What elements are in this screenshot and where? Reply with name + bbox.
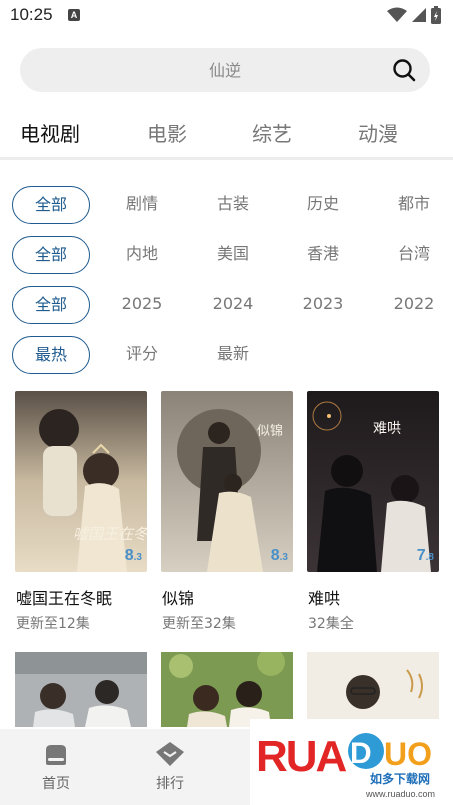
show-episode-status: 32集全 xyxy=(308,616,354,632)
poster-image[interactable]: 似锦 8.3 xyxy=(161,391,293,572)
search-icon[interactable] xyxy=(392,58,416,82)
poster-image[interactable]: 嘘国王在冬眠 8.3 xyxy=(15,391,147,572)
poster-title-text: 似锦 xyxy=(257,424,283,439)
watermark-logo: RUA D UO 如多下载网 www.ruaduo.com xyxy=(250,719,453,805)
filter-row-year: 全部 2025 2024 2023 2022 xyxy=(0,286,453,326)
sort-hottest[interactable]: 最热 xyxy=(12,336,90,374)
nav-ranking[interactable]: 排行 xyxy=(140,741,200,793)
poster-image[interactable]: 难哄 7.8 xyxy=(307,391,439,572)
filter-genre-all[interactable]: 全部 xyxy=(12,186,90,224)
svg-text:RUA: RUA xyxy=(256,732,347,781)
rating-int: 7 xyxy=(416,547,426,564)
filter-year-2022[interactable]: 2022 xyxy=(384,286,444,324)
watermark-url: www.ruaduo.com xyxy=(365,789,435,799)
rating-badge: 8.3 xyxy=(271,547,288,565)
svg-text:D: D xyxy=(350,737,372,770)
rating-int: 8 xyxy=(124,547,134,564)
status-bar: 10:25 A xyxy=(0,0,453,32)
rating-dec: .3 xyxy=(133,552,142,563)
tab-variety[interactable]: 综艺 xyxy=(252,118,292,147)
wifi-icon xyxy=(387,7,407,22)
poster-title-text: 难哄 xyxy=(373,421,401,437)
nav-home[interactable]: 首页 xyxy=(26,741,86,793)
poster-title-text: 嘘国王在冬眠 xyxy=(73,525,147,543)
filter-year-2024[interactable]: 2024 xyxy=(203,286,263,324)
search-bar[interactable] xyxy=(20,48,430,92)
show-title[interactable]: 难哄 xyxy=(308,585,340,609)
filter-row-region: 全部 内地 美国 香港 台湾 xyxy=(0,236,453,276)
filter-row-genre: 全部 剧情 古装 历史 都市 xyxy=(0,186,453,226)
show-title[interactable]: 似锦 xyxy=(162,585,194,609)
filter-region-usa[interactable]: 美国 xyxy=(203,236,263,274)
filter-region-mainland[interactable]: 内地 xyxy=(112,236,172,274)
filter-genre-history[interactable]: 历史 xyxy=(293,186,353,224)
battery-icon xyxy=(431,6,441,24)
rating-badge: 8.3 xyxy=(125,547,142,565)
filter-region-hongkong[interactable]: 香港 xyxy=(293,236,353,274)
filter-year-all[interactable]: 全部 xyxy=(12,286,90,324)
rating-badge: 7.8 xyxy=(417,547,434,565)
watermark-cn: 如多下载网 xyxy=(370,771,430,786)
filter-row-sort: 最热 评分 最新 xyxy=(0,336,453,376)
rating-dec: .3 xyxy=(279,552,288,563)
status-indicators xyxy=(387,6,441,24)
category-tabs: 电视剧 电影 综艺 动漫 xyxy=(0,110,453,156)
tab-movies[interactable]: 电影 xyxy=(147,118,187,147)
sort-latest[interactable]: 最新 xyxy=(203,336,263,374)
status-time: 10:25 xyxy=(10,5,53,24)
svg-text:UO: UO xyxy=(384,736,432,772)
filter-genre-drama[interactable]: 剧情 xyxy=(112,186,172,224)
signal-icon xyxy=(412,8,426,22)
rating-int: 8 xyxy=(270,547,280,564)
filter-genre-costume[interactable]: 古装 xyxy=(203,186,263,224)
show-episode-status: 更新至32集 xyxy=(162,616,236,632)
tab-anime[interactable]: 动漫 xyxy=(358,118,398,147)
home-icon xyxy=(46,745,66,765)
show-episode-status: 更新至12集 xyxy=(16,616,90,632)
filter-region-all[interactable]: 全部 xyxy=(12,236,90,274)
poster-image[interactable] xyxy=(161,652,293,727)
poster-image[interactable] xyxy=(15,652,147,727)
show-title[interactable]: 嘘国王在冬眠 xyxy=(16,585,112,609)
search-input[interactable] xyxy=(60,48,390,92)
filter-year-2023[interactable]: 2023 xyxy=(293,286,353,324)
nav-home-label: 首页 xyxy=(42,776,70,792)
filter-region-taiwan[interactable]: 台湾 xyxy=(384,236,444,274)
poster-image[interactable] xyxy=(307,652,439,727)
nav-ranking-label: 排行 xyxy=(156,776,184,792)
filter-year-2025[interactable]: 2025 xyxy=(112,286,172,324)
sort-rating[interactable]: 评分 xyxy=(112,336,172,374)
tabs-divider xyxy=(0,157,453,160)
notification-icon: A xyxy=(68,9,80,21)
tab-tv-series[interactable]: 电视剧 xyxy=(20,118,80,147)
rating-dec: .8 xyxy=(425,552,434,563)
ranking-icon xyxy=(156,742,184,766)
filter-genre-urban[interactable]: 都市 xyxy=(384,186,444,224)
